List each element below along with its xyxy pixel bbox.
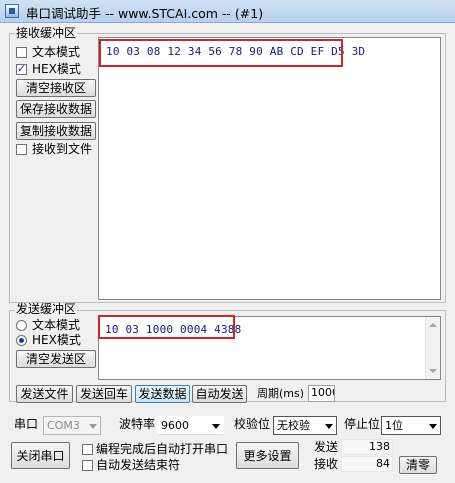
receive-text-mode-checkbox[interactable]: [16, 47, 27, 58]
stopbits-select[interactable]: 1位: [381, 416, 441, 435]
stopbits-label: 停止位: [344, 417, 381, 431]
period-input[interactable]: 1000: [308, 385, 335, 402]
main-window: 接收缓冲区 文本模式 HEX模式 清空接收区 保存接收数据 复制接收数据 接收到…: [3, 23, 452, 481]
auto-send-end-checkbox[interactable]: [82, 460, 93, 471]
auto-send-end-label[interactable]: 自动发送结束符: [96, 458, 180, 472]
copy-receive-button[interactable]: 复制接收数据: [16, 122, 96, 140]
recv-label: 接收: [314, 457, 339, 471]
receive-group-label: 接收缓冲区: [15, 26, 78, 40]
baud-label: 波特率: [119, 417, 156, 431]
stopbits-value: 1位: [385, 419, 403, 432]
receive-text-mode-label[interactable]: 文本模式: [32, 45, 80, 59]
chevron-down-icon: [325, 424, 333, 429]
window-title: 串口调试助手 -- www.STCAI.com -- (#1): [26, 6, 264, 21]
receive-to-file-checkbox[interactable]: [16, 144, 27, 155]
send-hex-mode-label[interactable]: HEX模式: [32, 333, 81, 347]
auto-send-button[interactable]: 自动发送: [192, 385, 247, 403]
period-label: 周期(ms): [257, 387, 305, 400]
receive-textarea[interactable]: 10 03 08 12 34 56 78 90 AB CD EF D5 3D: [98, 37, 441, 300]
close-port-button[interactable]: 关闭串口: [11, 442, 70, 469]
clear-counts-button[interactable]: 清零: [399, 456, 437, 474]
app-icon: [5, 4, 19, 18]
chevron-down-icon: [429, 424, 437, 429]
scroll-down-icon[interactable]: [429, 369, 437, 373]
send-text-mode-radio[interactable]: [16, 320, 27, 331]
auto-open-checkbox[interactable]: [82, 444, 93, 455]
baud-select[interactable]: 9600: [157, 416, 224, 435]
chevron-down-icon: [212, 424, 220, 429]
save-receive-button[interactable]: 保存接收数据: [16, 100, 96, 118]
send-data-button[interactable]: 发送数据: [135, 385, 190, 403]
receive-data-highlight: [99, 39, 343, 67]
parity-label: 校验位: [234, 417, 271, 431]
sent-label: 发送: [314, 440, 339, 454]
sent-count: 138: [341, 439, 393, 455]
parity-select[interactable]: 无校验: [273, 416, 337, 435]
clear-receive-button[interactable]: 清空接收区: [16, 79, 96, 97]
port-label: 串口: [14, 417, 39, 431]
port-value: COM3: [47, 419, 80, 432]
recv-count: 84: [341, 456, 393, 472]
clear-send-button[interactable]: 清空发送区: [16, 350, 96, 368]
baud-value: 9600: [161, 419, 189, 432]
receive-to-file-label[interactable]: 接收到文件: [32, 142, 92, 156]
receive-hex-mode-label[interactable]: HEX模式: [32, 62, 81, 76]
send-group-label: 发送缓冲区: [15, 302, 78, 316]
parity-value: 无校验: [277, 419, 310, 432]
receive-hex-mode-checkbox[interactable]: [16, 62, 27, 75]
send-scrollbar[interactable]: [425, 317, 440, 379]
send-text-mode-label[interactable]: 文本模式: [32, 318, 80, 332]
port-select[interactable]: COM3: [43, 416, 101, 435]
chevron-down-icon: [89, 424, 97, 429]
more-settings-button[interactable]: 更多设置: [236, 442, 299, 469]
send-data-highlight: [98, 315, 235, 339]
send-file-button[interactable]: 发送文件: [16, 385, 73, 403]
auto-open-label[interactable]: 编程完成后自动打开串口: [96, 442, 228, 456]
send-enter-button[interactable]: 发送回车: [76, 385, 132, 403]
send-hex-mode-radio[interactable]: [16, 335, 27, 346]
title-bar: 串口调试助手 -- www.STCAI.com -- (#1): [0, 0, 455, 23]
scroll-up-icon[interactable]: [429, 323, 437, 327]
